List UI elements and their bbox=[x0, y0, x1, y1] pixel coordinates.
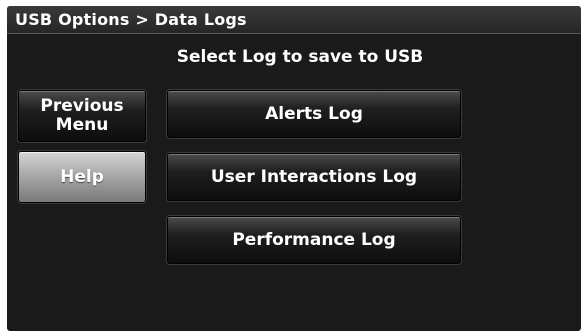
page-prompt: Select Log to save to USB bbox=[176, 47, 424, 67]
previous-menu-button[interactable]: Previous Menu bbox=[18, 90, 146, 142]
performance-log-button[interactable]: Performance Log bbox=[167, 216, 461, 264]
previous-menu-label-line2: Menu bbox=[55, 115, 109, 135]
performance-log-label: Performance Log bbox=[232, 230, 396, 250]
alerts-log-button[interactable]: Alerts Log bbox=[167, 90, 461, 138]
alerts-log-label: Alerts Log bbox=[265, 104, 363, 124]
user-interactions-log-button[interactable]: User Interactions Log bbox=[167, 153, 461, 201]
previous-menu-label: Previous Menu bbox=[40, 97, 123, 135]
title-bar: USB Options > Data Logs bbox=[7, 6, 581, 34]
previous-menu-label-line1: Previous bbox=[40, 96, 124, 116]
breadcrumb: USB Options > Data Logs bbox=[15, 10, 247, 29]
thermostat-screen: USB Options > Data Logs Select Log to sa… bbox=[7, 6, 581, 331]
help-label: Help bbox=[60, 166, 104, 187]
user-interactions-log-label: User Interactions Log bbox=[210, 167, 418, 187]
help-button[interactable]: Help bbox=[18, 151, 146, 203]
